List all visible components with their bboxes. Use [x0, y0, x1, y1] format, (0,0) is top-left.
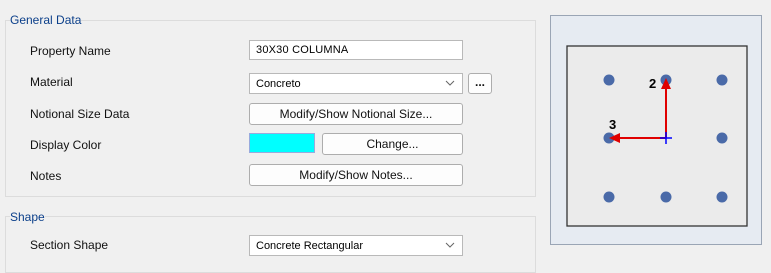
section-shape-select[interactable]: Concrete Rectangular — [249, 235, 463, 256]
chevron-down-icon — [445, 239, 455, 255]
property-name-input[interactable]: 30X30 COLUMNA — [249, 40, 463, 60]
rebar-dot — [660, 191, 672, 203]
material-value: Concreto — [256, 78, 301, 90]
display-color-label: Display Color — [30, 138, 102, 152]
notes-label: Notes — [30, 169, 62, 183]
display-color-swatch[interactable] — [249, 133, 315, 153]
notes-button[interactable]: Modify/Show Notes... — [249, 164, 463, 186]
material-more-button[interactable]: ... — [468, 73, 492, 94]
rebar-dot — [603, 191, 615, 203]
chevron-down-icon — [445, 77, 455, 93]
axis-3-label: 3 — [609, 117, 616, 132]
rebar-dot — [716, 132, 728, 144]
material-label: Material — [30, 75, 73, 89]
rebar-dot — [716, 191, 728, 203]
shape-title: Shape — [10, 210, 45, 224]
section-drawing: 2 3 — [566, 45, 748, 227]
axis-2-label: 2 — [649, 76, 656, 91]
section-preview: 2 3 — [550, 15, 762, 245]
property-name-label: Property Name — [30, 44, 111, 58]
general-data-title: General Data — [10, 13, 82, 27]
material-select[interactable]: Concreto — [249, 73, 463, 94]
rebar-dot — [603, 74, 615, 86]
notional-size-label: Notional Size Data — [30, 107, 130, 121]
notional-size-button[interactable]: Modify/Show Notional Size... — [249, 103, 463, 125]
rebar-dot — [716, 74, 728, 86]
section-shape-value: Concrete Rectangular — [256, 240, 364, 252]
section-shape-label: Section Shape — [30, 238, 109, 252]
change-color-button[interactable]: Change... — [322, 133, 463, 155]
